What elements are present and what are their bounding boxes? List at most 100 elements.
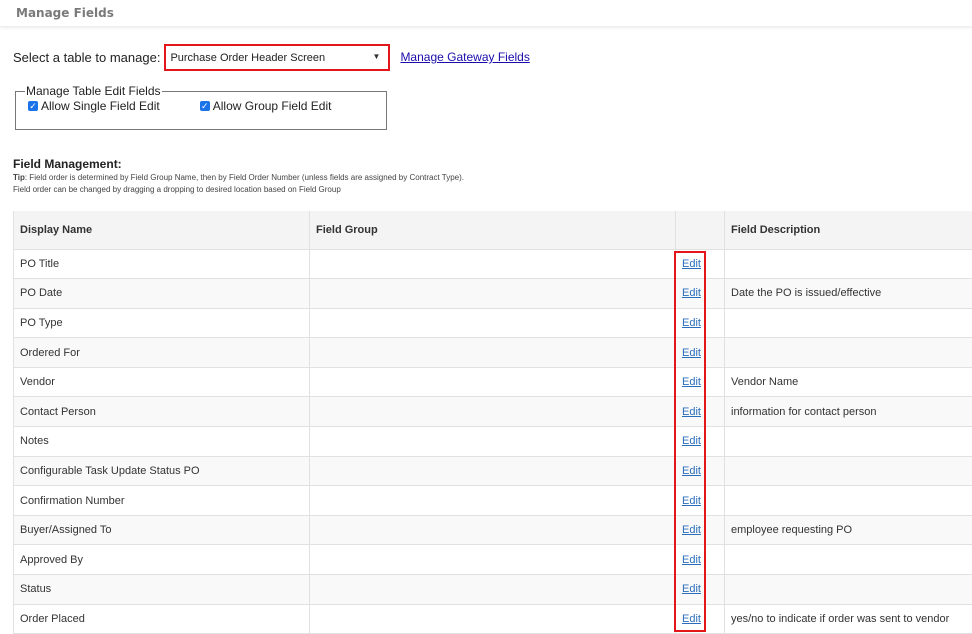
field-description-cell xyxy=(725,338,972,368)
field-group-cell xyxy=(310,279,676,309)
table-select-dropdown[interactable]: Purchase Order Header Screen ▼ xyxy=(164,44,390,71)
display-name-cell: Configurable Task Update Status PO xyxy=(14,456,310,486)
display-name-cell: PO Type xyxy=(14,308,310,338)
edit-link[interactable]: Edit xyxy=(682,376,701,388)
allow-single-field-edit-label: Allow Single Field Edit xyxy=(41,99,160,113)
table-row[interactable]: Configurable Task Update Status PO Edit xyxy=(14,456,972,486)
edit-cell: Edit xyxy=(676,279,725,309)
field-description-cell xyxy=(725,427,972,457)
edit-fields-legend: Manage Table Edit Fields xyxy=(25,84,162,98)
field-group-cell xyxy=(310,427,676,457)
allow-single-field-edit[interactable]: ✓ Allow Single Field Edit xyxy=(28,99,160,113)
field-description-cell xyxy=(725,249,972,279)
field-description-cell: Vendor Name xyxy=(725,367,972,397)
table-select-label: Select a table to manage: xyxy=(13,50,160,65)
display-name-cell: PO Title xyxy=(14,249,310,279)
page-title: Manage Fields xyxy=(16,6,114,20)
tip-line-2: Field order can be changed by dragging a… xyxy=(13,184,464,196)
chevron-down-icon: ▼ xyxy=(373,52,381,61)
field-group-cell xyxy=(310,515,676,545)
edit-link[interactable]: Edit xyxy=(682,524,701,536)
field-description-cell xyxy=(725,575,972,605)
edit-cell: Edit xyxy=(676,545,725,575)
edit-link[interactable]: Edit xyxy=(682,406,701,418)
edit-cell: Edit xyxy=(676,367,725,397)
table-row[interactable]: Contact Person Edit information for contac… xyxy=(14,397,972,427)
allow-group-field-edit-label: Allow Group Field Edit xyxy=(213,99,332,113)
field-group-cell xyxy=(310,249,676,279)
table-row[interactable]: Confirmation Number Edit xyxy=(14,486,972,516)
field-management-title: Field Management: xyxy=(13,157,122,171)
edit-cell: Edit xyxy=(676,427,725,457)
field-group-cell xyxy=(310,456,676,486)
table-row[interactable]: PO Title Edit xyxy=(14,249,972,279)
display-name-cell: Vendor xyxy=(14,367,310,397)
table-select-row: Select a table to manage: Purchase Order… xyxy=(13,44,530,70)
field-group-cell xyxy=(310,338,676,368)
edit-link[interactable]: Edit xyxy=(682,435,701,447)
field-description-cell: employee requesting PO xyxy=(725,515,972,545)
table-row[interactable]: Buyer/Assigned To Edit employee requesting… xyxy=(14,515,972,545)
table-row[interactable]: Notes Edit xyxy=(14,427,972,457)
edit-link[interactable]: Edit xyxy=(682,613,701,625)
column-header-field-group[interactable]: Field Group xyxy=(310,211,676,249)
checkbox-checked-icon[interactable]: ✓ xyxy=(200,101,210,111)
checkbox-checked-icon[interactable]: ✓ xyxy=(28,101,38,111)
edit-link[interactable]: Edit xyxy=(682,495,701,507)
display-name-cell: Contact Person xyxy=(14,397,310,427)
field-description-cell xyxy=(725,456,972,486)
edit-link[interactable]: Edit xyxy=(682,347,701,359)
field-group-cell xyxy=(310,367,676,397)
edit-link[interactable]: Edit xyxy=(682,465,701,477)
page-header: Manage Fields xyxy=(0,0,972,27)
table-row[interactable]: Ordered ForEdit xyxy=(14,338,972,368)
field-group-cell xyxy=(310,308,676,338)
column-header-field-description[interactable]: Field Description xyxy=(725,211,972,249)
field-group-cell xyxy=(310,486,676,516)
table-row[interactable]: Status Edit xyxy=(14,575,972,605)
edit-link[interactable]: Edit xyxy=(682,287,701,299)
field-group-cell xyxy=(310,604,676,634)
display-name-cell: Status xyxy=(14,575,310,605)
edit-cell: Edit xyxy=(676,308,725,338)
edit-link[interactable]: Edit xyxy=(682,317,701,329)
display-name-cell: Notes xyxy=(14,427,310,457)
edit-link[interactable]: Edit xyxy=(682,554,701,566)
column-header-edit xyxy=(676,211,725,249)
table-row[interactable]: Order Placed Edit yes/no to indicate if or… xyxy=(14,604,972,634)
table-row[interactable]: PO Date Edit Date the PO is issued/effecti… xyxy=(14,279,972,309)
edit-cell: Edit xyxy=(676,575,725,605)
display-name-cell: Confirmation Number xyxy=(14,486,310,516)
table-select-value: Purchase Order Header Screen xyxy=(170,52,325,64)
table-header-row: Display Name Field Group Field Descripti… xyxy=(14,211,972,249)
field-description-cell: information for contact person xyxy=(725,397,972,427)
edit-link[interactable]: Edit xyxy=(682,258,701,270)
allow-group-field-edit[interactable]: ✓ Allow Group Field Edit xyxy=(200,99,332,113)
table-row[interactable]: Vendor Edit Vendor Name xyxy=(14,367,972,397)
display-name-cell: PO Date xyxy=(14,279,310,309)
manage-gateway-fields-link[interactable]: Manage Gateway Fields xyxy=(400,50,529,64)
edit-cell: Edit xyxy=(676,456,725,486)
field-description-cell: Date the PO is issued/effective xyxy=(725,279,972,309)
edit-cell: Edit xyxy=(676,604,725,634)
field-description-cell: yes/no to indicate if order was sent to … xyxy=(725,604,972,634)
field-description-cell xyxy=(725,486,972,516)
tip-line-1: : Field order is determined by Field Gro… xyxy=(25,173,464,182)
field-group-cell xyxy=(310,545,676,575)
display-name-cell: Buyer/Assigned To xyxy=(14,515,310,545)
field-description-cell xyxy=(725,545,972,575)
fields-table: Display Name Field Group Field Descripti… xyxy=(13,211,972,634)
edit-link[interactable]: Edit xyxy=(682,583,701,595)
display-name-cell: Order Placed xyxy=(14,604,310,634)
table-row[interactable]: PO Type Edit xyxy=(14,308,972,338)
edit-cell: Edit xyxy=(676,397,725,427)
table-row[interactable]: Approved By Edit xyxy=(14,545,972,575)
edit-cell: Edit xyxy=(676,249,725,279)
column-header-display-name[interactable]: Display Name xyxy=(14,211,310,249)
field-group-cell xyxy=(310,397,676,427)
field-management-tip: Tip: Field order is determined by Field … xyxy=(13,172,464,196)
edit-cell: Edit xyxy=(676,486,725,516)
field-description-cell xyxy=(725,308,972,338)
edit-cell: Edit xyxy=(676,338,725,368)
display-name-cell: Approved By xyxy=(14,545,310,575)
